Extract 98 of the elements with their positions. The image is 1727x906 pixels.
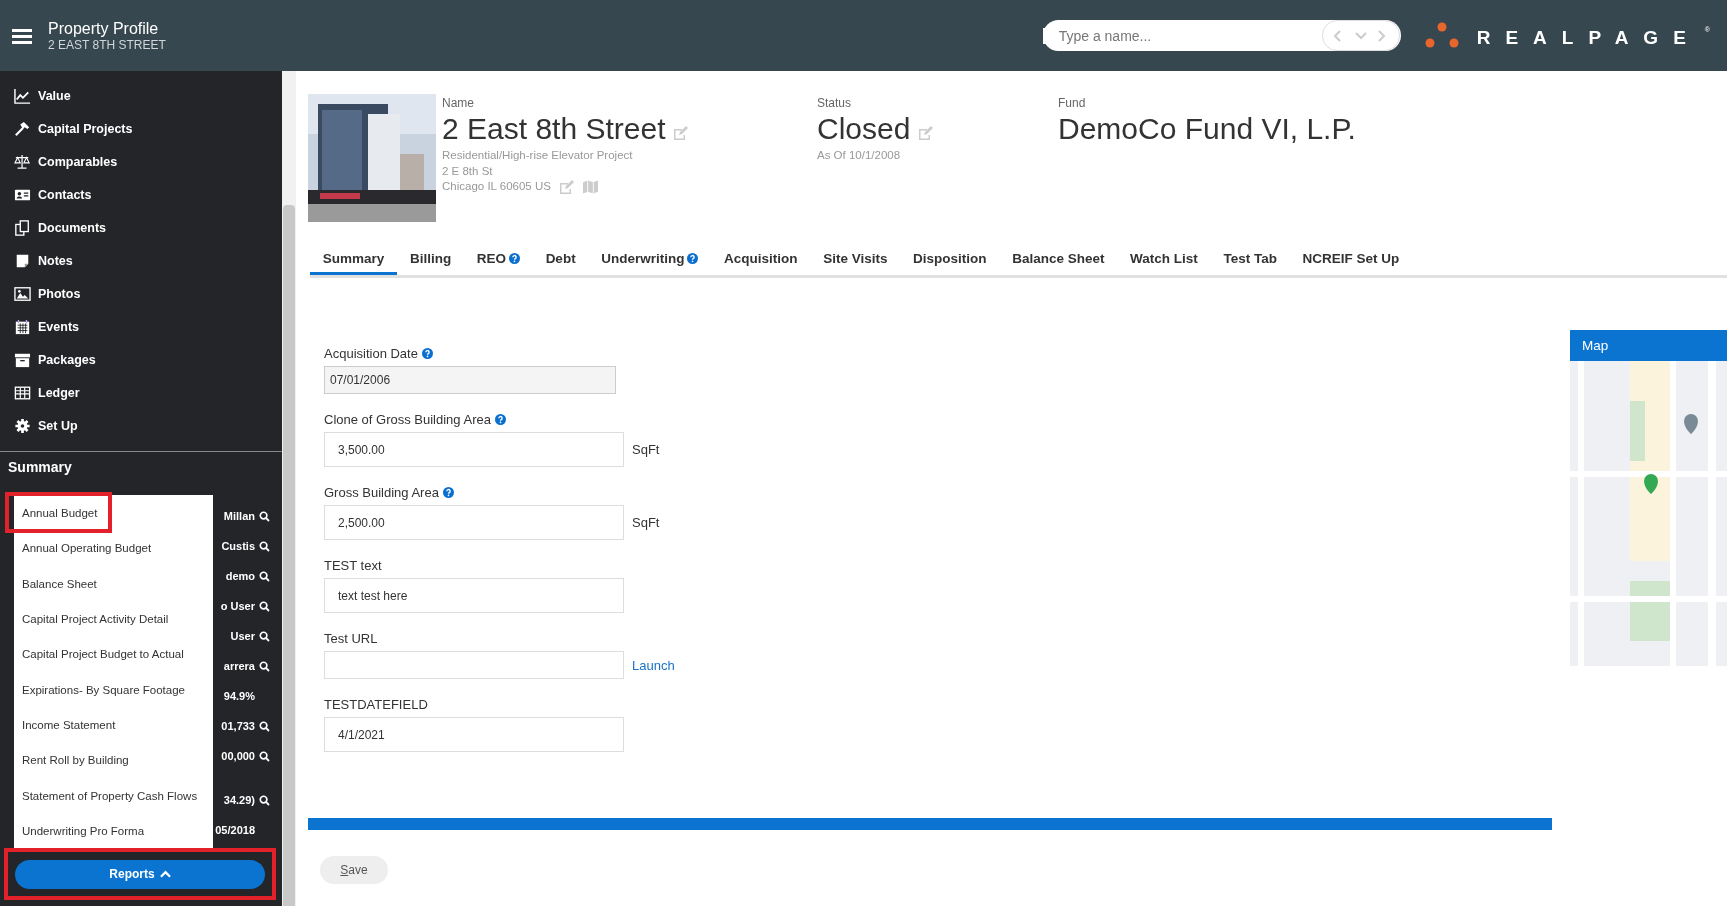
menu-item[interactable]: Capital Project Budget to Actual (14, 638, 213, 671)
tab[interactable]: Acquisition (711, 244, 811, 275)
address-line: Chicago IL 60605 US (442, 179, 551, 194)
summary-value: 34.29) (223, 794, 255, 806)
id-card-icon (14, 187, 31, 203)
field-label: Clone of Gross Building Area (324, 411, 491, 427)
sidebar-item[interactable]: Set Up (0, 411, 282, 441)
sidebar-item[interactable]: Value (0, 81, 282, 111)
image-icon (14, 286, 31, 302)
summary-value: 01,733 (221, 720, 255, 732)
status-date: As Of 10/1/2008 (817, 148, 902, 163)
tab[interactable]: Summary (310, 244, 398, 275)
menu-item[interactable]: Expirations- By Square Footage (14, 673, 213, 706)
dropdown-button[interactable] (1352, 29, 1369, 42)
property-type: Residential/High-rise Elevator Project (442, 148, 634, 163)
input-field[interactable]: 3,500.00 (324, 432, 624, 467)
section-title: Summary (7, 458, 73, 477)
chevron-up-icon (159, 870, 171, 878)
sidebar-item[interactable]: Notes (0, 246, 282, 276)
edit-icon (918, 126, 935, 140)
sidebar-item[interactable]: Documents (0, 213, 282, 243)
unit-label: SqFt (632, 515, 660, 530)
dots-logo-icon (1424, 22, 1459, 48)
tab[interactable]: Debt (532, 244, 589, 275)
tab[interactable]: Balance Sheet (999, 244, 1118, 275)
field-label: Status (817, 96, 853, 110)
summary-value: 00,000 (221, 750, 255, 762)
field-label: Test URL (324, 630, 378, 646)
menu-item[interactable]: Balance Sheet (14, 567, 213, 600)
save-button[interactable]: Save (320, 856, 388, 884)
map-icon (582, 179, 598, 194)
sidebar-item[interactable]: Events (0, 312, 282, 342)
hammer-icon (14, 121, 31, 137)
menu-icon (12, 27, 32, 44)
reports-button[interactable]: Reports (15, 859, 265, 889)
input-field[interactable]: 2,500.00 (324, 505, 624, 540)
page-subtitle: 2 EAST 8TH STREET (48, 38, 166, 52)
menu-item[interactable]: Underwriting Pro Forma (14, 814, 213, 848)
input-field[interactable] (324, 651, 624, 679)
address-line: 2 E 8th St (442, 163, 494, 179)
summary-value: 05/2018 (215, 824, 255, 836)
summary-value: o User (220, 600, 255, 612)
unit-label: SqFt (632, 442, 660, 457)
field-label: Name (442, 96, 475, 110)
input-field[interactable]: text test here (324, 578, 624, 613)
tab[interactable]: Test Tab (1210, 244, 1290, 275)
tab[interactable]: Site Visits (810, 244, 901, 275)
sidebar-item[interactable]: Packages (0, 345, 282, 375)
input-field[interactable]: 4/1/2021 (324, 717, 624, 752)
sidebar-item[interactable]: Capital Projects (0, 114, 282, 144)
launch-link[interactable]: Launch (632, 657, 675, 673)
tab[interactable]: NCREIF Set Up (1289, 244, 1413, 275)
field-label: Acquisition Date (324, 345, 418, 361)
menu-button[interactable] (12, 27, 32, 44)
menu-item[interactable]: Annual Budget (8, 495, 110, 531)
scrollbar[interactable] (282, 71, 296, 906)
search-box[interactable]: Type a name... (1042, 20, 1322, 51)
panel-header: Map (1570, 330, 1727, 361)
field-label: TESTDATEFIELD (324, 696, 428, 712)
summary-value: Custis (221, 540, 255, 552)
summary-value: 94.9% (223, 690, 255, 702)
sidebar-item[interactable]: Comparables (0, 147, 282, 177)
note-icon (14, 253, 31, 269)
sidebar-item[interactable]: Photos (0, 279, 282, 309)
fund-name: DemoCo Fund VI, L.P. (1058, 111, 1356, 147)
documents-icon (14, 220, 31, 236)
box-icon (14, 352, 31, 368)
tab[interactable]: Billing (397, 244, 464, 275)
edit-icon (558, 179, 575, 194)
field-label: Fund (1058, 96, 1087, 110)
field-label: TEST text (324, 557, 382, 573)
summary-value: Millan (223, 510, 255, 522)
sidebar-item[interactable]: Ledger (0, 378, 282, 408)
brand-logo: REALPAGE (1476, 27, 1701, 49)
table-icon (14, 385, 31, 401)
menu-item[interactable]: Capital Project Activity Detail (14, 602, 213, 636)
gear-icon (14, 418, 31, 434)
tab[interactable]: Disposition (900, 244, 1000, 275)
tab[interactable]: Watch List (1117, 244, 1211, 275)
page-title: Property Profile (48, 19, 160, 38)
scales-icon (14, 154, 31, 170)
menu-item[interactable]: Annual Operating Budget (14, 532, 213, 565)
property-name: 2 East 8th Street (442, 111, 666, 147)
menu-item[interactable]: Income Statement (14, 708, 213, 742)
summary-value: arrera (223, 660, 255, 672)
status-value: Closed (817, 111, 911, 147)
line-chart-icon (14, 88, 31, 104)
calendar-icon (14, 319, 31, 335)
menu-item[interactable]: Statement of Property Cash Flows (14, 779, 213, 812)
summary-value: User (230, 630, 255, 642)
sidebar-item[interactable]: Contacts (0, 180, 282, 210)
summary-value: demo (225, 570, 255, 582)
tab[interactable]: Underwriting (588, 244, 712, 275)
edit-icon (673, 126, 690, 140)
menu-item[interactable]: Rent Roll by Building (14, 744, 213, 777)
field-label: Gross Building Area (324, 484, 439, 500)
chevron-down-icon (1354, 29, 1367, 42)
tab[interactable]: REO (463, 244, 533, 275)
